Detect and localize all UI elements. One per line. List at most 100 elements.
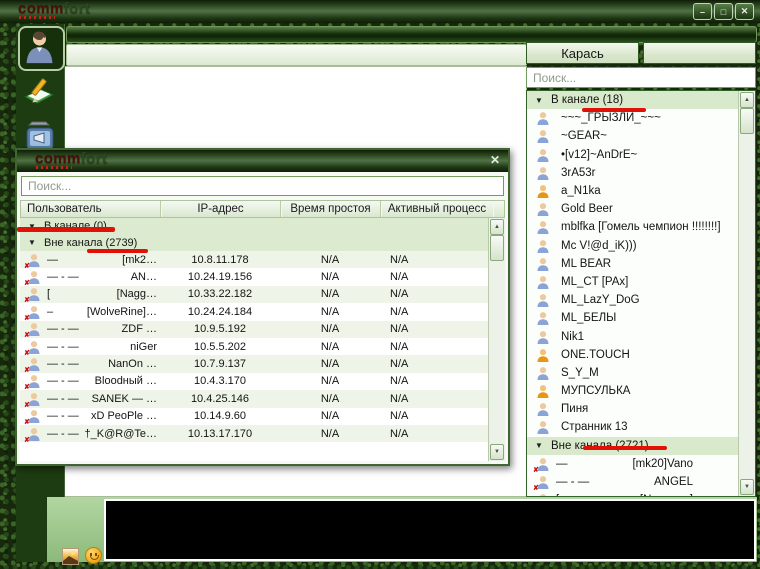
scroll-thumb[interactable] bbox=[740, 108, 754, 134]
emoticon-button[interactable] bbox=[85, 547, 102, 564]
user-name: •[v12]~AnDrE~ bbox=[561, 149, 637, 161]
ip-cell: 10.9.5.192 bbox=[160, 323, 280, 335]
group-header[interactable]: ▼ В канале (18) bbox=[527, 91, 739, 109]
column-idle[interactable]: Время простоя bbox=[281, 201, 381, 217]
column-ip[interactable]: IP-адрес bbox=[161, 201, 281, 217]
user-list-item[interactable]: ✘ S_Y_M bbox=[527, 364, 739, 382]
table-row[interactable]: ✘ — - — xD PeoPle … 10.14.9.60 N/A N/A bbox=[20, 408, 489, 425]
user-name: 3rA53r bbox=[561, 167, 596, 179]
redacted-message-input[interactable] bbox=[104, 499, 756, 561]
user-list-item[interactable]: ✘ — [mk20]Vano bbox=[527, 455, 739, 473]
table-row[interactable]: ✘ — - — SANEK — … 10.4.25.146 N/A N/A bbox=[20, 390, 489, 407]
user-name-prefix: [ bbox=[47, 288, 50, 300]
user-list-item[interactable]: ✘ a_N1ka bbox=[527, 182, 739, 200]
user-name: †_K@R@Te… bbox=[85, 428, 160, 440]
table-row[interactable]: ✘ — - — ZDF … 10.9.5.192 N/A N/A bbox=[20, 321, 489, 338]
process-cell: N/A bbox=[380, 271, 488, 283]
scroll-up-icon: ▲ bbox=[494, 224, 500, 230]
user-name-prefix: – bbox=[47, 306, 53, 318]
sidebar-search-input[interactable]: Поиск... bbox=[526, 67, 756, 88]
user-cell: ✘ — - — NanOn … bbox=[20, 356, 160, 372]
collapse-triangle-icon[interactable]: ▼ bbox=[535, 96, 546, 105]
idle-cell: N/A bbox=[280, 271, 380, 283]
user-name: ML_LazY_DoG bbox=[561, 294, 640, 306]
user-list-item[interactable]: ✘ Пиня bbox=[527, 400, 739, 418]
user-name-prefix: — bbox=[47, 254, 58, 266]
scroll-down-button[interactable]: ▼ bbox=[490, 444, 504, 460]
annotation-underline-popup-channel bbox=[17, 227, 115, 232]
user-name: ML_CT [PAx] bbox=[561, 276, 628, 288]
user-icon: ✘ bbox=[26, 269, 42, 285]
user-name: [Nagg… bbox=[117, 288, 160, 300]
popup-close-button[interactable]: ✕ bbox=[490, 153, 500, 167]
table-scrollbar[interactable]: ▲ ▼ bbox=[488, 218, 505, 461]
user-icon: ✘ bbox=[535, 128, 551, 144]
user-list-item[interactable]: ✘ mblfka [Гомель чемпион !!!!!!!!] bbox=[527, 218, 739, 236]
user-name: AN… bbox=[131, 271, 160, 283]
my-avatar[interactable] bbox=[18, 26, 65, 71]
table-row[interactable]: ✘ [ [Nagg… 10.33.22.182 N/A N/A bbox=[20, 286, 489, 303]
user-list-item[interactable]: ✘ ML BEAR bbox=[527, 255, 739, 273]
column-process[interactable]: Активный процесс bbox=[381, 201, 493, 217]
table-row[interactable]: ✘ — - — niGer 10.5.5.202 N/A N/A bbox=[20, 338, 489, 355]
maximize-button[interactable]: □ bbox=[714, 3, 733, 20]
user-icon: ✘ bbox=[535, 329, 551, 345]
collapse-triangle-icon[interactable]: ▼ bbox=[535, 441, 546, 450]
user-icon: ✘ bbox=[26, 373, 42, 389]
table-row[interactable]: ✘ — - — AN… 10.24.19.156 N/A N/A bbox=[20, 268, 489, 285]
process-cell: N/A bbox=[380, 358, 488, 370]
table-row[interactable]: ✘ — - — Bloodный … 10.4.3.170 N/A N/A bbox=[20, 373, 489, 390]
user-name: ~~~_ГРЫЗЛИ_~~~ bbox=[561, 112, 661, 124]
user-list-item[interactable]: ✘ [ [Naggano] bbox=[527, 491, 739, 496]
scroll-down-button[interactable]: ▼ bbox=[740, 479, 754, 495]
user-list-item[interactable]: ✘ 3rA53r bbox=[527, 164, 739, 182]
user-name: [mk2… bbox=[122, 254, 160, 266]
table-row[interactable]: ✘ — - — †_K@R@Te… 10.13.17.170 N/A N/A bbox=[20, 425, 489, 442]
user-list-scrollbar[interactable]: ▲ ▼ bbox=[738, 91, 755, 496]
user-list-item[interactable]: ✘ •[v12]~AnDrE~ bbox=[527, 146, 739, 164]
table-row[interactable]: ✘ — - — NanOn … 10.7.9.137 N/A N/A bbox=[20, 355, 489, 372]
process-cell: N/A bbox=[380, 323, 488, 335]
user-list-item[interactable]: ✘ МУПСУЛЬКА bbox=[527, 382, 739, 400]
user-list-item[interactable]: ✘ ONE.TOUCH bbox=[527, 346, 739, 364]
logo-comm: comm bbox=[35, 150, 81, 167]
table-row[interactable]: ✘ — [mk2… 10.8.11.178 N/A N/A bbox=[20, 251, 489, 268]
minimize-button[interactable]: – bbox=[693, 3, 712, 20]
user-icon: ✘ bbox=[535, 201, 551, 217]
user-list-item[interactable]: ✘ — - — ANGEL bbox=[527, 473, 739, 491]
scroll-thumb[interactable] bbox=[490, 235, 504, 261]
user-name: Странник 13 bbox=[561, 421, 628, 433]
scroll-down-icon: ▼ bbox=[744, 484, 750, 490]
user-cell: ✘ [ [Nagg… bbox=[20, 286, 160, 302]
column-user[interactable]: Пользователь bbox=[21, 201, 161, 217]
user-list-item[interactable]: ✘ ~GEAR~ bbox=[527, 127, 739, 145]
popup-titlebar[interactable]: commfort ✕ bbox=[17, 150, 508, 172]
logo-fort: fort bbox=[64, 0, 91, 17]
user-list-item[interactable]: ✘ Gold Beer bbox=[527, 200, 739, 218]
scroll-up-button[interactable]: ▲ bbox=[740, 92, 754, 108]
process-cell: N/A bbox=[380, 410, 488, 422]
process-cell: N/A bbox=[380, 393, 488, 405]
user-list-item[interactable]: ✘ Странник 13 bbox=[527, 418, 739, 436]
image-icon bbox=[63, 549, 78, 564]
scroll-up-button[interactable]: ▲ bbox=[490, 219, 504, 235]
collapse-triangle-icon[interactable]: ▼ bbox=[28, 238, 39, 247]
notepad-button[interactable] bbox=[22, 76, 56, 115]
user-list-item[interactable]: ✘ Mc V!@d_iK))) bbox=[527, 237, 739, 255]
user-list-item[interactable]: ✘ ML_CT [PAx] bbox=[527, 273, 739, 291]
user-name: NanOn … bbox=[108, 358, 160, 370]
close-button[interactable]: ✕ bbox=[735, 3, 754, 20]
idle-cell: N/A bbox=[280, 393, 380, 405]
user-cell: ✘ — - — xD PeoPle … bbox=[20, 408, 160, 424]
idle-cell: N/A bbox=[280, 428, 380, 440]
user-list-item[interactable]: ✘ Nik1 bbox=[527, 327, 739, 345]
secondary-toolbar bbox=[66, 44, 527, 66]
user-list-item[interactable]: ✘ ML_БЕЛЫ bbox=[527, 309, 739, 327]
user-list-item[interactable]: ✘ ML_LazY_DoG bbox=[527, 291, 739, 309]
table-row[interactable]: ✘ – [WolveRine]… 10.24.24.184 N/A N/A bbox=[20, 303, 489, 320]
insert-image-button[interactable] bbox=[62, 548, 79, 565]
popup-search-input[interactable]: Поиск... bbox=[21, 176, 504, 196]
tab-empty[interactable] bbox=[643, 42, 756, 64]
commfort-app: comm fort – □ ✕ bbox=[0, 0, 760, 569]
tab-karas[interactable]: Карась bbox=[526, 42, 639, 64]
